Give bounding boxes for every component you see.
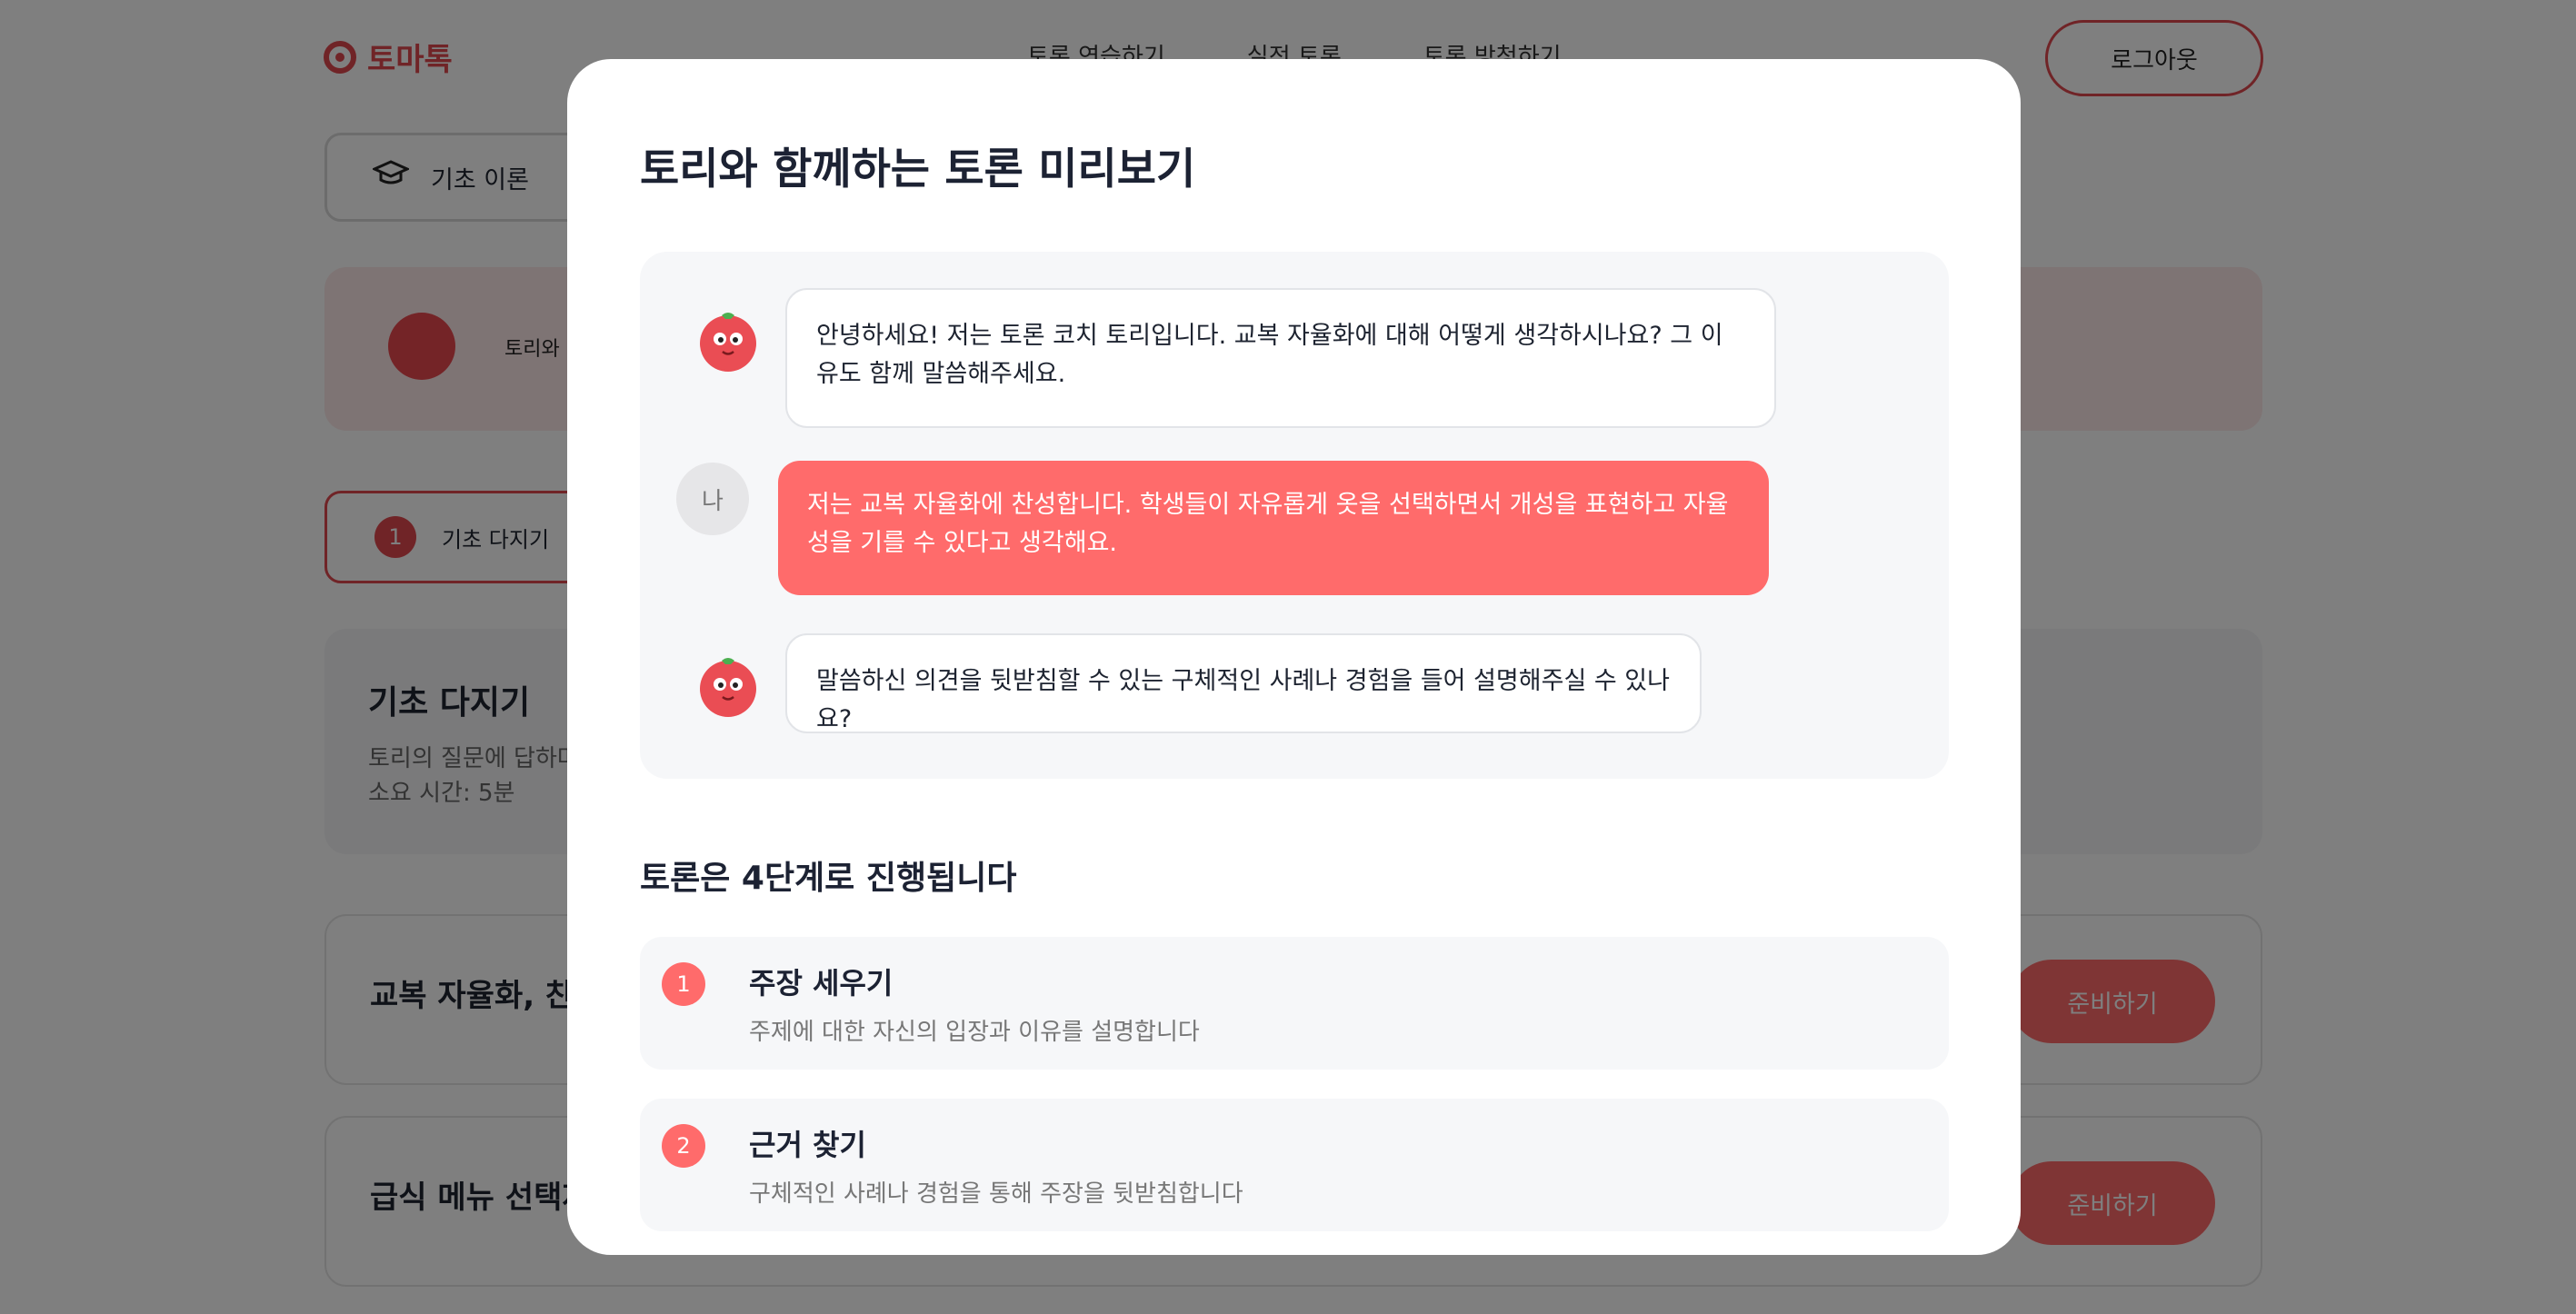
chat-preview: 안녕하세요! 저는 토론 코치 토리입니다. 교복 자율화에 대해 어떻게 생각… [640,252,1949,779]
tori-avatar-icon [700,313,756,372]
preview-modal: 토리와 함께하는 토론 미리보기 안녕하세요! 저는 토론 코치 토리입니다. … [567,59,2021,1255]
step-item: 2 근거 찾기 구체적인 사례나 경험을 통해 주장을 뒷받침합니다 [640,1099,1949,1231]
steps-heading: 토론은 4단계로 진행됩니다 [640,860,1017,897]
step-name: 주장 세우기 [749,966,894,1000]
step-name: 근거 찾기 [749,1128,866,1162]
modal-title: 토리와 함께하는 토론 미리보기 [640,144,1196,194]
chat-bubble-bot: 안녕하세요! 저는 토론 코치 토리입니다. 교복 자율화에 대해 어떻게 생각… [785,288,1776,428]
step-number-badge: 2 [662,1124,705,1168]
step-number-badge: 1 [662,962,705,1006]
step-description: 구체적인 사례나 경험을 통해 주장을 뒷받침합니다 [749,1180,1243,1208]
chat-bubble-me: 저는 교복 자율화에 찬성합니다. 학생들이 자유롭게 옷을 선택하면서 개성을… [778,461,1769,595]
user-avatar: 나 [676,463,749,535]
chat-bubble-bot: 말씀하신 의견을 뒷받침할 수 있는 구체적인 사례나 경험을 들어 설명해주실… [785,633,1702,733]
step-description: 주제에 대한 자신의 입장과 이유를 설명합니다 [749,1019,1200,1046]
tori-avatar-icon [700,658,756,717]
step-item: 1 주장 세우기 주제에 대한 자신의 입장과 이유를 설명합니다 [640,937,1949,1070]
